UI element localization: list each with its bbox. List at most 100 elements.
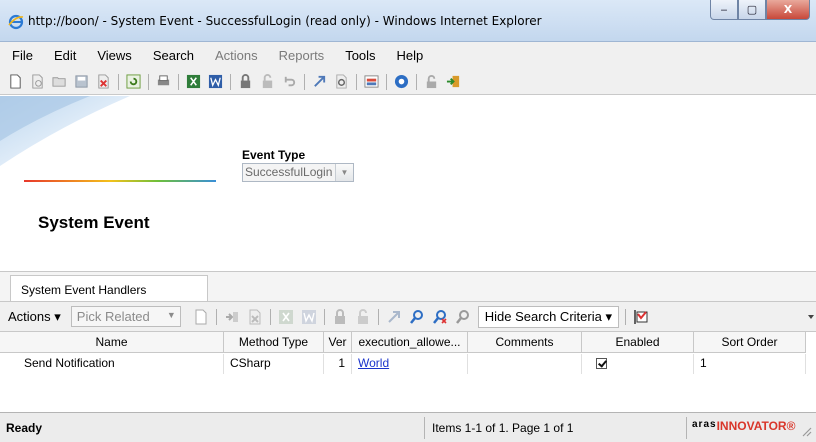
column-header-comments[interactable]: Comments (468, 332, 582, 353)
toolbar-separator (215, 308, 217, 325)
filter-icon[interactable] (631, 307, 651, 327)
help-icon[interactable] (392, 73, 410, 91)
undo-icon[interactable] (280, 73, 298, 91)
grid-header: Name Method Type Ver execution_allowe...… (0, 332, 806, 353)
lock-row-icon[interactable] (330, 307, 350, 327)
new-icon[interactable] (6, 73, 24, 91)
resize-grip-icon[interactable] (800, 425, 812, 437)
menu-edit[interactable]: Edit (52, 48, 78, 63)
menu-search[interactable]: Search (151, 48, 196, 63)
excel-icon[interactable] (184, 73, 202, 91)
toolbar-separator (148, 73, 149, 90)
logo-innovator-text: INNOVATOR (716, 419, 787, 433)
status-text: Ready (6, 421, 43, 435)
menu-views[interactable]: Views (95, 48, 133, 63)
status-separator (424, 417, 425, 439)
event-type-label: Event Type (242, 148, 306, 162)
cell-execution-allowed[interactable]: World (352, 354, 468, 374)
refresh-icon[interactable] (124, 73, 142, 91)
main-toolbar (0, 69, 816, 95)
menu-bar: File Edit Views Search Actions Reports T… (0, 42, 816, 69)
pick-replace-icon[interactable] (222, 307, 242, 327)
logo-aras-text: aras (692, 419, 717, 430)
relationship-toolbar: Actions ▾ Pick Related ▼ Hide Search Cri… (0, 301, 816, 331)
cell-comments[interactable] (468, 354, 582, 374)
word-export-icon[interactable] (299, 307, 319, 327)
column-header-sort-order[interactable]: Sort Order (694, 332, 806, 353)
item-form: Event Type SuccessfulLogin ▼ System Even… (0, 96, 816, 271)
excel-export-icon[interactable] (276, 307, 296, 327)
pick-related-select[interactable]: Pick Related ▼ (70, 306, 181, 327)
print-icon[interactable] (154, 73, 172, 91)
toolbar-separator (356, 73, 357, 90)
relationship-grid: Name Method Type Ver execution_allowe...… (0, 331, 816, 411)
cell-method-type[interactable]: CSharp (224, 354, 324, 374)
column-header-execution-allowed[interactable]: execution_allowe... (352, 332, 468, 353)
actions-menu-button[interactable]: Actions ▾ (8, 309, 61, 325)
form-title: System Event (38, 213, 150, 232)
column-header-name[interactable]: Name (0, 332, 224, 353)
internet-explorer-icon (8, 14, 24, 30)
search-settings-icon[interactable] (453, 307, 473, 327)
brand-color-line (24, 180, 216, 182)
toolbar-separator (178, 73, 179, 90)
clear-search-icon[interactable] (430, 307, 450, 327)
save-icon[interactable] (72, 73, 90, 91)
exit-icon[interactable] (444, 73, 462, 91)
promote-icon[interactable] (310, 73, 328, 91)
toolbar-separator (323, 308, 325, 325)
enabled-checkbox[interactable] (596, 358, 607, 369)
open-icon[interactable] (50, 73, 68, 91)
menu-help[interactable]: Help (395, 48, 426, 63)
view-icon[interactable] (28, 73, 46, 91)
toolbar-separator (230, 73, 231, 90)
cell-sort-order[interactable]: 1 (694, 354, 806, 374)
relationship-tabs: System Event Handlers (0, 271, 816, 302)
word-icon[interactable] (206, 73, 224, 91)
header-swoosh-graphic (0, 96, 130, 166)
structure-icon[interactable] (362, 73, 380, 91)
search-icon[interactable] (407, 307, 427, 327)
chevron-down-icon: ▼ (166, 310, 176, 320)
menu-actions[interactable]: Actions (213, 48, 260, 63)
cell-enabled[interactable] (582, 354, 694, 374)
toolbar-separator (118, 73, 119, 90)
toolbar-separator (269, 308, 271, 325)
menu-reports[interactable]: Reports (277, 48, 327, 63)
delete-icon[interactable] (94, 73, 112, 91)
unlock-icon[interactable] (258, 73, 276, 91)
column-header-ver[interactable]: Ver (324, 332, 352, 353)
execution-allowed-link[interactable]: World (358, 356, 389, 370)
lock-icon[interactable] (236, 73, 254, 91)
pick-related-label: Pick Related (76, 309, 150, 324)
search-mode-select[interactable]: Hide Search Criteria ▾ (477, 305, 619, 328)
toolbar-separator (386, 73, 387, 90)
scroll-down-arrow[interactable] (806, 301, 816, 321)
promote-row-icon[interactable] (384, 307, 404, 327)
window-title: http://boon/ - System Event - Successful… (28, 14, 542, 28)
close-button[interactable]: X (766, 0, 810, 20)
chevron-down-icon[interactable]: ▼ (335, 164, 353, 181)
where-used-icon[interactable] (332, 73, 350, 91)
discard-icon[interactable] (422, 73, 440, 91)
menu-tools[interactable]: Tools (343, 48, 377, 63)
maximize-button[interactable]: ▢ (738, 0, 766, 20)
unlock-row-icon[interactable] (353, 307, 373, 327)
toolbar-separator (624, 308, 626, 325)
minimize-button[interactable]: ‒ (710, 0, 738, 20)
window-titlebar[interactable]: http://boon/ - System Event - Successful… (0, 0, 816, 42)
tab-system-event-handlers[interactable]: System Event Handlers (10, 275, 208, 302)
event-type-select[interactable]: SuccessfulLogin ▼ (242, 163, 354, 182)
cell-name[interactable]: Send Notification (0, 354, 224, 374)
toolbar-separator (377, 308, 379, 325)
toolbar-separator (416, 73, 417, 90)
delete-row-icon[interactable] (245, 307, 265, 327)
aras-innovator-logo: arasINNOVATOR® (692, 419, 795, 437)
table-row[interactable]: Send Notification CSharp 1 World 1 (0, 354, 806, 374)
cell-ver[interactable]: 1 (324, 354, 352, 374)
window-controls: ‒ ▢ X (710, 0, 810, 20)
column-header-enabled[interactable]: Enabled (582, 332, 694, 353)
menu-file[interactable]: File (10, 48, 35, 63)
column-header-method-type[interactable]: Method Type (224, 332, 324, 353)
new-row-icon[interactable] (191, 307, 211, 327)
